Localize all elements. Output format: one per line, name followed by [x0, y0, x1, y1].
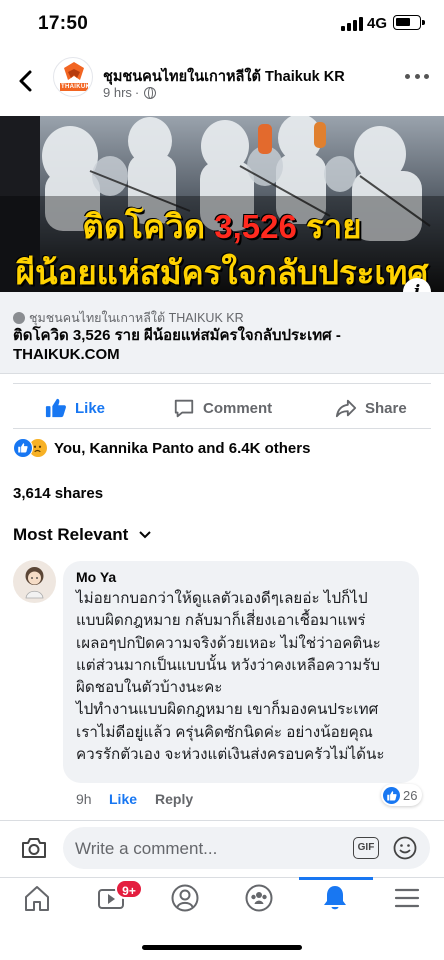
like-reaction-icon: [383, 786, 400, 804]
comment-button[interactable]: Comment: [173, 394, 272, 422]
network-label: 4G: [367, 15, 388, 32]
menu-icon[interactable]: [392, 883, 422, 913]
share-button[interactable]: Share: [335, 394, 407, 422]
headline-prefix: ติดโควิด: [82, 208, 215, 245]
divider: [0, 820, 444, 821]
post-meta: 9 hrs ·: [103, 85, 157, 100]
comment-line: ไปทำงานแบบผิดกฎหมาย เขาก็มองคนประเทศ: [76, 701, 379, 719]
sort-label: Most Relevant: [13, 525, 129, 544]
like-label: Like: [75, 399, 106, 417]
comment-bubble[interactable]: Mo Ya ไม่อยากบอกว่าให้ดูแลตัวเองดีๆเลยอ่…: [63, 561, 419, 783]
commenter-avatar[interactable]: [13, 560, 56, 603]
like-button[interactable]: Like: [45, 394, 105, 422]
thumbs-up-icon: [45, 398, 66, 418]
thaikuk-logo-icon: [60, 62, 88, 91]
reaction-count: 26: [403, 787, 418, 803]
globe-icon: [144, 86, 157, 99]
share-label: Share: [365, 399, 407, 417]
comment-line: แต่ส่วนมากเป็นแบบนั้น หวังว่าคงเหลือความ…: [76, 656, 381, 674]
notification-badge: 9+: [115, 879, 143, 899]
link-source-text: ชุมชนคนไทยในเกาหลีใต้ THAIKUK KR: [29, 311, 244, 325]
comment-like-link[interactable]: Like: [109, 791, 137, 807]
comment-time: 9h: [76, 791, 92, 807]
headline-suffix: ราย: [296, 208, 362, 245]
page-link-icon: [13, 312, 25, 324]
comment-icon: [174, 399, 194, 418]
status-bar: 17:50 4G: [0, 0, 444, 48]
logo-text: THAIKUK: [61, 84, 91, 90]
comment-input[interactable]: Write a comment... GIF: [63, 827, 430, 869]
comment-line: ผิดชอบในตัวบ้างนะคะ: [76, 679, 223, 697]
more-options-icon[interactable]: [405, 72, 429, 80]
link-preview[interactable]: ชุมชนคนไทยในเกาหลีใต้ THAIKUK KR ติดโควิ…: [0, 292, 444, 374]
divider: [13, 383, 431, 384]
divider: [13, 428, 431, 429]
headline-number: 3,526: [214, 208, 297, 245]
comment-reaction-count[interactable]: 26: [381, 784, 423, 806]
profile-icon[interactable]: [170, 883, 200, 913]
gif-button[interactable]: GIF: [353, 837, 379, 859]
comment-author[interactable]: Mo Ya: [76, 569, 116, 585]
reactions-text: You, Kannika Panto and 6.4K others: [54, 439, 311, 457]
comment-line: ควรรักตัวเอง จะห่วงแต่เงินส่งครอบครัวไม่…: [76, 746, 385, 764]
link-title: ติดโควิด 3,526 ราย ผีน้อยแห่สมัครใจกลับป…: [13, 327, 341, 363]
battery-icon: [393, 15, 425, 30]
shares-count[interactable]: 3,614 shares: [13, 485, 103, 502]
comment-placeholder: Write a comment...: [75, 839, 218, 858]
reaction-icons: [13, 438, 48, 458]
signal-icon: [341, 17, 363, 31]
comment-label: Comment: [203, 399, 273, 417]
status-time: 17:50: [38, 13, 89, 34]
comment-text: ไม่อยากบอกว่าให้ดูแลตัวเองดีๆเลยอ่ะ ไปก็…: [76, 588, 412, 766]
back-arrow-icon[interactable]: [14, 66, 38, 96]
comment-line: แบบผิดกฎหมาย กลับมาก็เสี่ยงเอาเชื้อมาแพร…: [76, 612, 366, 630]
groups-icon[interactable]: [244, 883, 274, 913]
active-tab-indicator: [299, 877, 373, 880]
camera-icon[interactable]: [21, 836, 47, 860]
meta-separator: ·: [134, 85, 140, 100]
page-avatar[interactable]: THAIKUK: [53, 57, 93, 97]
share-icon: [335, 399, 357, 418]
comment-line: เราไม่ดีอยู่แล้ว ครุ่นคิดซักนิดค่ะ อย่าง…: [76, 723, 373, 741]
divider: [0, 877, 444, 878]
comment-line: เผลอๆปกปิดความจริงด้วยเหอะ ไม่ใช่ว่าอคติ…: [76, 634, 381, 652]
comment-line: ไม่อยากบอกว่าให้ดูแลตัวเองดีๆเลยอ่ะ ไปก็…: [76, 590, 368, 607]
comment-reply-link[interactable]: Reply: [155, 791, 193, 807]
like-reaction-icon: [13, 438, 33, 458]
emoji-icon[interactable]: [393, 836, 417, 860]
home-indicator[interactable]: [142, 945, 302, 950]
chevron-down-icon: [139, 531, 151, 539]
post-time[interactable]: 9 hrs: [103, 85, 132, 100]
cartoon-avatar-icon: [25, 567, 44, 599]
reaction-summary[interactable]: You, Kannika Panto and 6.4K others: [13, 438, 310, 458]
link-source: ชุมชนคนไทยในเกาหลีใต้ THAIKUK KR: [13, 308, 244, 328]
comment-sort-dropdown[interactable]: Most Relevant: [13, 525, 152, 545]
notifications-bell-icon[interactable]: [320, 883, 350, 913]
home-icon[interactable]: [22, 883, 52, 913]
